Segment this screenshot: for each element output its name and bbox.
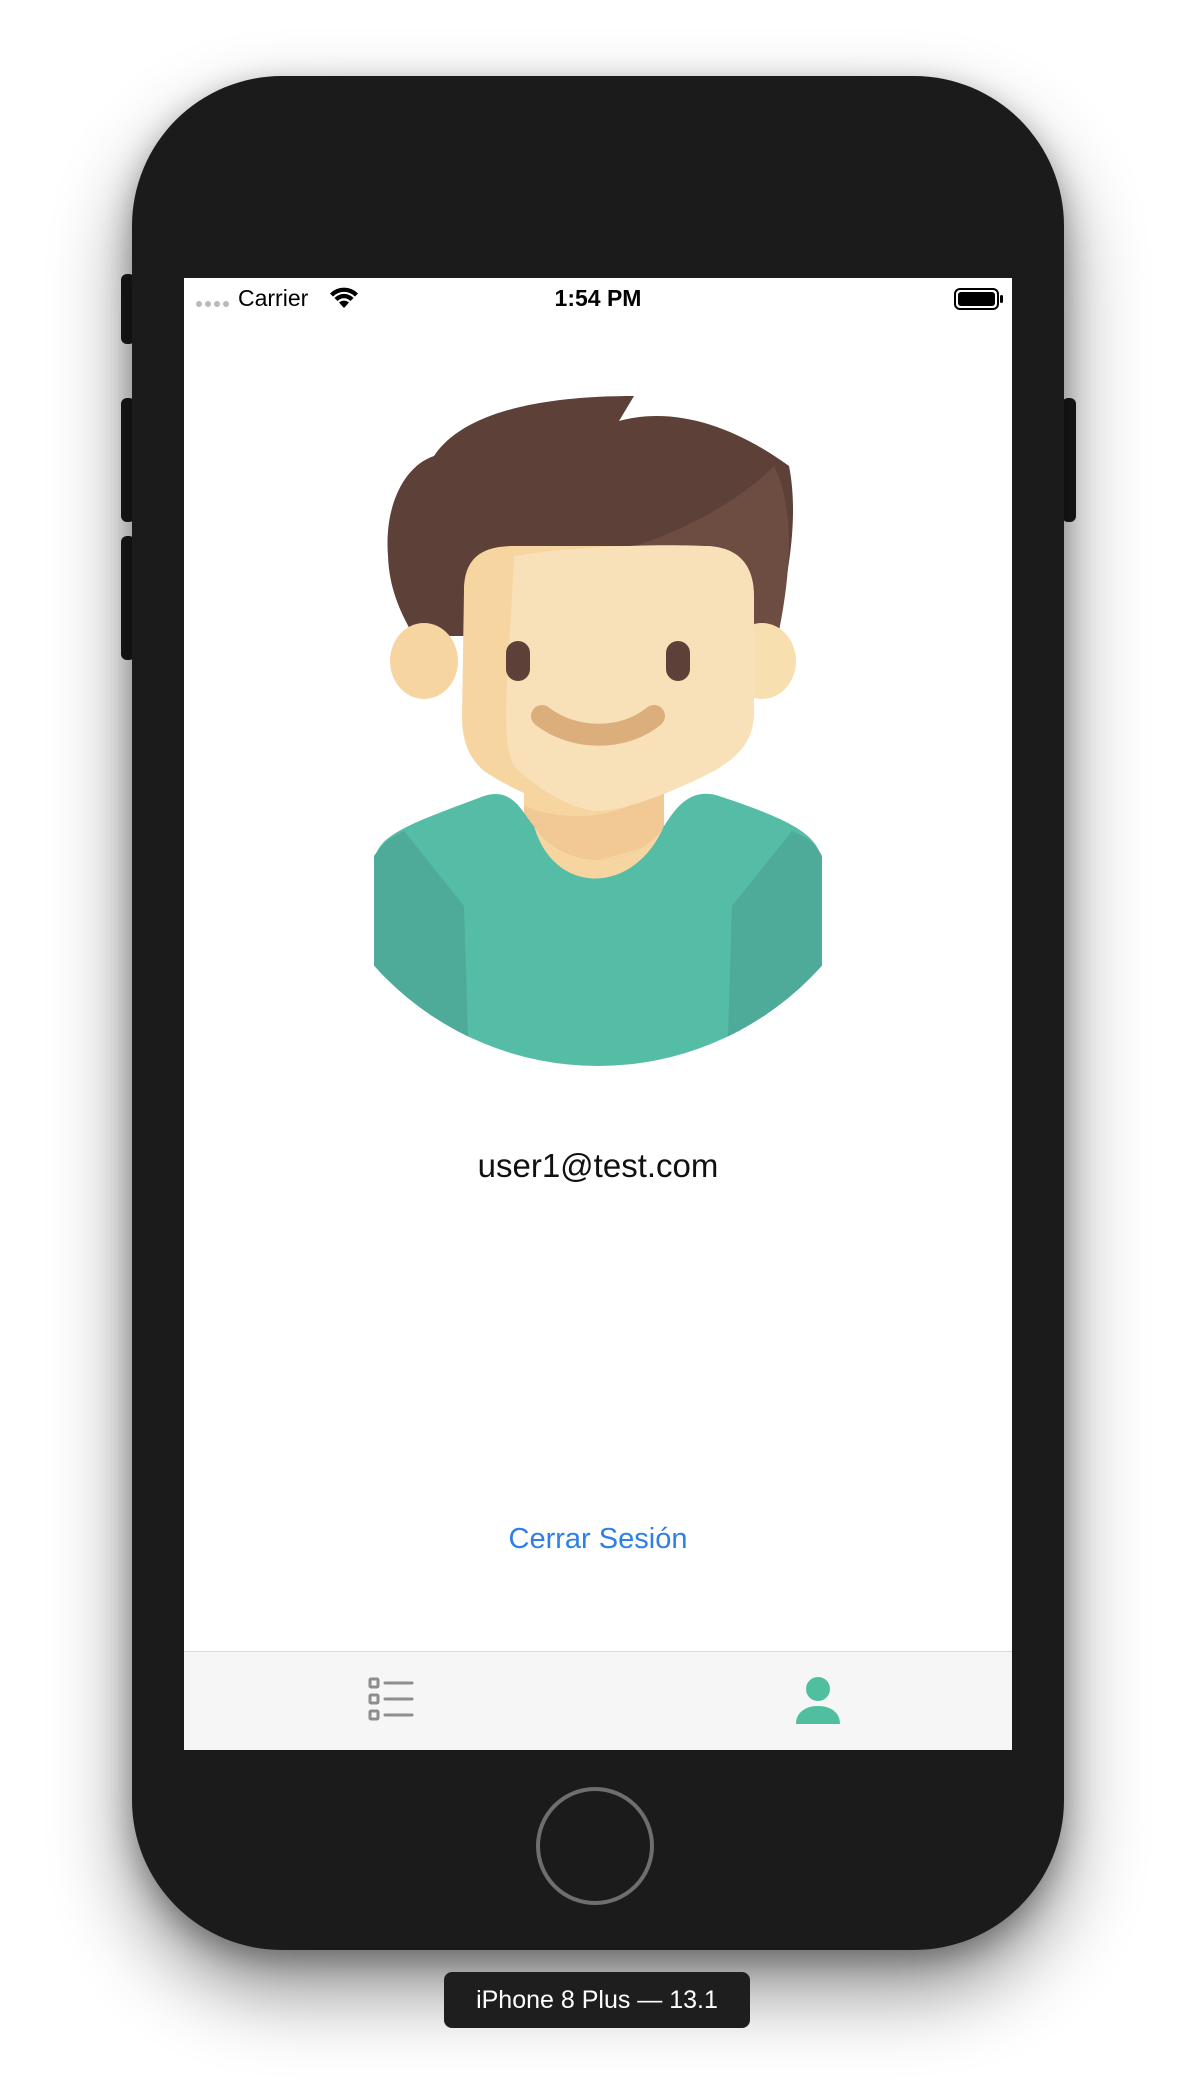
avatar	[374, 396, 822, 1066]
device-label: iPhone 8 Plus — 13.1	[444, 1972, 750, 2028]
checklist-icon	[368, 1677, 414, 1721]
status-bar: Carrier 1:54 PM	[184, 278, 1012, 318]
tab-profile[interactable]	[598, 1652, 1012, 1750]
user-email: user1@test.com	[477, 1147, 719, 1184]
app-screen: Carrier 1:54 PM user1@test.com Cerrar Se…	[184, 278, 1012, 1750]
power-button	[1062, 398, 1076, 522]
person-icon	[796, 1677, 840, 1724]
home-button[interactable]	[536, 1787, 654, 1905]
clock: 1:54 PM	[554, 285, 642, 311]
battery-icon	[954, 288, 1003, 310]
tab-list[interactable]	[184, 1652, 598, 1750]
logout-button[interactable]: Cerrar Sesión	[184, 1521, 1012, 1557]
tab-bar	[184, 1651, 1012, 1750]
simulator-stage: Carrier 1:54 PM user1@test.com Cerrar Se…	[0, 0, 1196, 2100]
